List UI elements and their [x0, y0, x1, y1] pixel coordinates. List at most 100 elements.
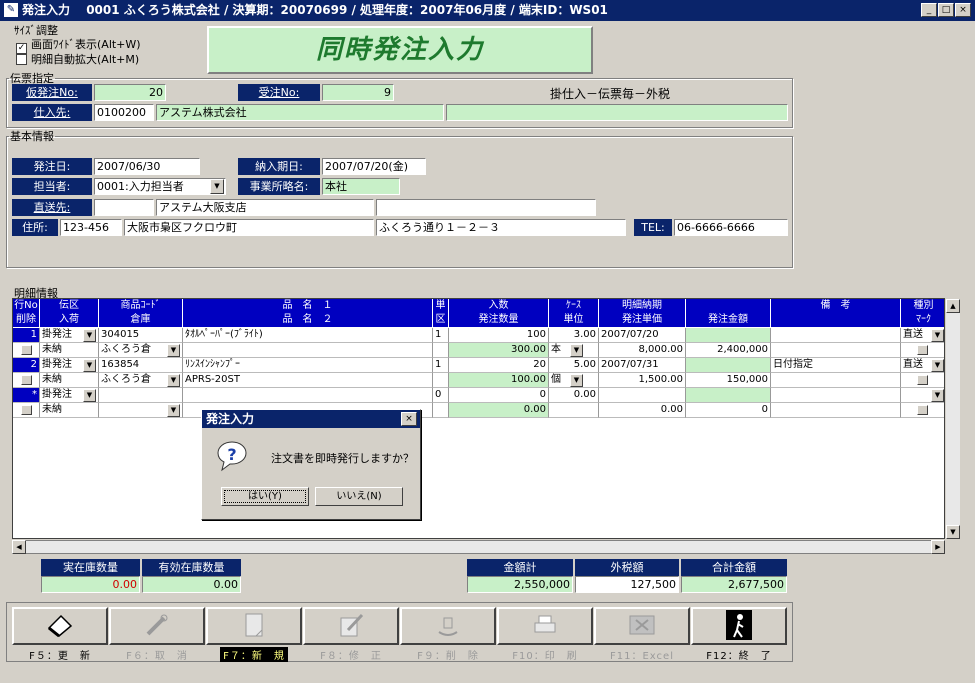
- cell-detail-due[interactable]: 2007/07/20: [599, 328, 686, 343]
- cell-remarks[interactable]: [771, 388, 901, 403]
- warehouse-dropdown-icon[interactable]: ▼: [167, 344, 180, 357]
- cell-item-code[interactable]: 163854: [99, 358, 183, 373]
- cell-item-name2[interactable]: [183, 343, 433, 358]
- cell-order-amount[interactable]: 0: [686, 403, 771, 418]
- kind-dropdown-icon[interactable]: ▼: [931, 389, 944, 402]
- vertical-scrollbar[interactable]: [946, 313, 960, 525]
- cell-unit-class[interactable]: 1: [433, 358, 449, 373]
- order-no-field[interactable]: 9: [322, 84, 394, 101]
- cell-irisu[interactable]: 0: [449, 388, 549, 403]
- cell-unit-class2[interactable]: [433, 403, 449, 418]
- cell-order-qty[interactable]: 100.00: [449, 373, 549, 388]
- kubun-dropdown-icon[interactable]: ▼: [83, 389, 96, 402]
- delete-checkbox[interactable]: [21, 405, 32, 415]
- cell-unit-class[interactable]: 0: [433, 388, 449, 403]
- direct-label[interactable]: 直送先:: [12, 199, 92, 216]
- warehouse-dropdown-icon[interactable]: ▼: [167, 374, 180, 387]
- order-no-label[interactable]: 受注No:: [238, 84, 320, 101]
- cell-unit-price[interactable]: 1,500.00: [599, 373, 686, 388]
- temp-order-label[interactable]: 仮発注No:: [12, 84, 92, 101]
- address1-field[interactable]: 大阪市梟区フクロウ町: [124, 219, 374, 236]
- delivery-date-field[interactable]: 2007/07/20(金): [322, 158, 426, 175]
- cell-unit-class[interactable]: 1: [433, 328, 449, 343]
- supplier-extra-field[interactable]: [446, 104, 788, 121]
- supplier-name-field[interactable]: アステム株式会社: [156, 104, 444, 121]
- direct-extra-field[interactable]: [376, 199, 596, 216]
- cell-blank[interactable]: [686, 358, 771, 373]
- mark-checkbox[interactable]: [917, 375, 928, 385]
- temp-order-field[interactable]: 20: [94, 84, 166, 101]
- direct-code-field[interactable]: [94, 199, 154, 216]
- person-dropdown-icon[interactable]: ▼: [210, 179, 224, 194]
- cell-item-code[interactable]: 304015: [99, 328, 183, 343]
- cell-remarks[interactable]: 日付指定: [771, 358, 901, 373]
- horizontal-scrollbar[interactable]: [12, 540, 945, 554]
- office-field[interactable]: 本社: [322, 178, 400, 195]
- scroll-right-icon[interactable]: ▶: [931, 540, 945, 554]
- delete-checkbox[interactable]: [21, 375, 32, 385]
- cell-item-name1[interactable]: ﾘﾝｽｲﾝｼｬﾝﾌﾟｰ: [183, 358, 433, 373]
- mark-checkbox[interactable]: [917, 345, 928, 355]
- unit-dropdown-icon[interactable]: ▼: [570, 344, 583, 357]
- auto-expand-option[interactable]: 明細自動拡大(Alt+M): [16, 51, 139, 67]
- unit-dropdown-icon[interactable]: ▼: [570, 374, 583, 387]
- cell-order-amount[interactable]: 150,000: [686, 373, 771, 388]
- cell-item-name1[interactable]: [183, 388, 433, 403]
- supplier-label[interactable]: 仕入先:: [12, 104, 92, 121]
- cell-case[interactable]: 3.00: [549, 328, 599, 343]
- dialog-no-button[interactable]: いいえ(N): [315, 487, 403, 506]
- kind-dropdown-icon[interactable]: ▼: [931, 329, 944, 342]
- cell-unit-class2[interactable]: [433, 373, 449, 388]
- cell-blank[interactable]: [686, 328, 771, 343]
- scroll-down-icon[interactable]: ▼: [946, 525, 960, 539]
- cell-unit-price[interactable]: 0.00: [599, 403, 686, 418]
- cell-unit-class2[interactable]: [433, 343, 449, 358]
- scroll-up-icon[interactable]: ▲: [946, 299, 960, 313]
- cell-arrival[interactable]: 未納: [40, 373, 99, 388]
- cell-item-name2[interactable]: APRS-20ST: [183, 373, 433, 388]
- order-date-field[interactable]: 2007/06/30: [94, 158, 200, 175]
- scroll-left-icon[interactable]: ◀: [12, 540, 26, 554]
- kind-dropdown-icon[interactable]: ▼: [931, 359, 944, 372]
- detail-grid[interactable]: 行No 伝区 商品ｺｰﾄﾞ品 名 １ 単入数 ｹｰｽ 明細納期 備 考種別 削除 入荷 倉庫品 名…: [12, 298, 945, 539]
- cell-detail-due[interactable]: 2007/07/31: [599, 358, 686, 373]
- cell-case[interactable]: 5.00: [549, 358, 599, 373]
- address2-field[interactable]: ふくろう通り１－２－３: [376, 219, 626, 236]
- zip-field[interactable]: 123-456: [60, 219, 122, 236]
- function-button-7[interactable]: [206, 607, 302, 645]
- cell-arrival[interactable]: 未納: [40, 403, 99, 418]
- cell-blank2[interactable]: [771, 373, 901, 388]
- cell-blank2[interactable]: [771, 403, 901, 418]
- person-select[interactable]: 0001:入力担当者: [94, 178, 226, 195]
- maximize-button[interactable]: □: [938, 3, 954, 17]
- cell-item-name1[interactable]: ﾀｵﾙﾍﾟｰﾊﾟｰ(ﾌﾞﾗｲﾄ): [183, 328, 433, 343]
- dialog-close-button[interactable]: ×: [401, 412, 417, 426]
- cell-irisu[interactable]: 100: [449, 328, 549, 343]
- close-button[interactable]: ×: [955, 3, 971, 17]
- cell-irisu[interactable]: 20: [449, 358, 549, 373]
- tel-field[interactable]: 06-6666-6666: [674, 219, 788, 236]
- kubun-dropdown-icon[interactable]: ▼: [83, 329, 96, 342]
- cell-arrival[interactable]: 未納: [40, 343, 99, 358]
- direct-name-field[interactable]: アステム大阪支店: [156, 199, 374, 216]
- minimize-button[interactable]: _: [921, 3, 937, 17]
- cell-blank[interactable]: [686, 388, 771, 403]
- cell-detail-due[interactable]: [599, 388, 686, 403]
- cell-unit-price[interactable]: 8,000.00: [599, 343, 686, 358]
- cell-order-qty[interactable]: 300.00: [449, 343, 549, 358]
- cell-remarks[interactable]: [771, 328, 901, 343]
- dialog-yes-button[interactable]: はい(Y): [221, 487, 309, 506]
- cell-item-code[interactable]: [99, 388, 183, 403]
- mark-checkbox[interactable]: [917, 405, 928, 415]
- cell-blank2[interactable]: [771, 343, 901, 358]
- warehouse-dropdown-icon[interactable]: ▼: [167, 404, 180, 417]
- auto-expand-checkbox[interactable]: [16, 54, 27, 65]
- supplier-code-field[interactable]: 0100200: [94, 104, 154, 121]
- kubun-dropdown-icon[interactable]: ▼: [83, 359, 96, 372]
- function-button-12[interactable]: [691, 607, 787, 645]
- delete-checkbox[interactable]: [21, 345, 32, 355]
- cell-unit[interactable]: [549, 403, 599, 418]
- cell-order-qty[interactable]: 0.00: [449, 403, 549, 418]
- cell-case[interactable]: 0.00: [549, 388, 599, 403]
- cell-order-amount[interactable]: 2,400,000: [686, 343, 771, 358]
